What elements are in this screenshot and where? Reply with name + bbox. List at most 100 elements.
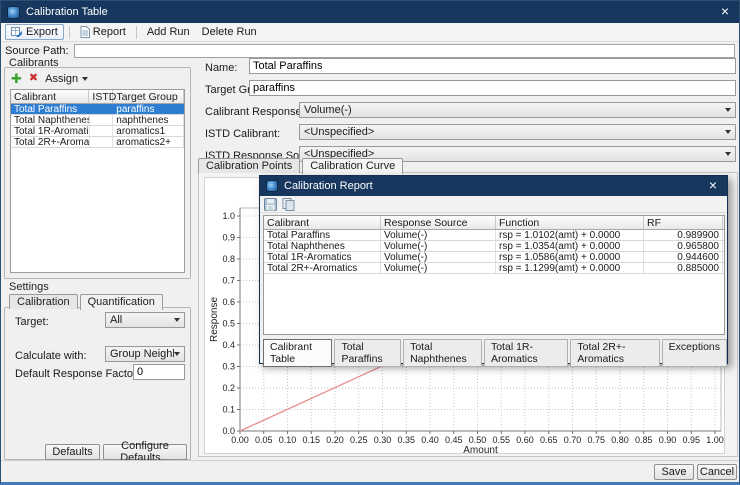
table-cell: Total Paraffins <box>11 104 90 114</box>
report-label: Report <box>92 26 126 38</box>
chevron-down-icon <box>174 352 180 356</box>
calibrant-response-source-value: Volume(-) <box>304 104 352 116</box>
curve-tabs: Calibration Points Calibration Curve <box>198 157 405 174</box>
tab-calibration[interactable]: Calibration <box>9 294 78 309</box>
tab-calibration-points[interactable]: Calibration Points <box>198 158 301 173</box>
delete-run-label: Delete Run <box>201 26 257 38</box>
assign-label: Assign <box>45 72 79 85</box>
calibrants-group: ✚ ✖ Assign Calibrant ISTD Target Group Tot… <box>4 67 191 279</box>
chart-text: 0.10 <box>279 435 297 445</box>
source-path-label: Source Path: <box>5 44 69 57</box>
table-cell: aromatics1 <box>113 126 184 136</box>
delete-x-icon[interactable]: ✖ <box>29 73 38 84</box>
report-column-header-response-source[interactable]: Response Source <box>381 216 496 229</box>
column-header-calibrant[interactable]: Calibrant <box>11 90 90 103</box>
report-column-header-calibrant[interactable]: Calibrant <box>264 216 381 229</box>
settings-panel: Target: All Uncalibrated Calculate with:… <box>4 307 191 464</box>
report-tab-exceptions[interactable]: Exceptions <box>661 339 728 367</box>
delete-run-button[interactable]: Delete Run <box>197 25 262 39</box>
report-table-cell: rsp = 1.0102(amt) + 0.0000 <box>496 230 644 240</box>
calculate-with-select[interactable]: Group Neighbor <box>105 346 185 362</box>
table-cell: paraffins <box>113 104 184 114</box>
table-row[interactable]: Total 1R-Aromatics aromatics1 <box>11 126 184 137</box>
calibrants-toolbar: ✚ ✖ Assign <box>11 71 89 86</box>
report-tab-total-naphthenes[interactable]: Total Naphthenes <box>403 339 482 367</box>
table-row[interactable]: Total Naphthenes naphthenes <box>11 115 184 126</box>
footer-separator <box>1 460 739 461</box>
cancel-button[interactable]: Cancel <box>697 464 737 480</box>
configure-defaults-button[interactable]: Configure Defaults... <box>103 440 187 464</box>
app-icon <box>7 5 20 19</box>
chart-text: 0.5 <box>222 319 235 329</box>
report-table-cell: Total Paraffins <box>264 230 381 240</box>
tab-quantification[interactable]: Quantification <box>79 294 163 310</box>
table-cell <box>90 104 114 114</box>
target-value: All <box>110 314 123 326</box>
defaults-button[interactable]: Defaults <box>45 444 100 460</box>
chevron-down-icon <box>725 130 731 134</box>
report-button[interactable]: Report <box>75 25 131 39</box>
column-header-target-group[interactable]: Target Group <box>113 90 184 103</box>
target-group-input[interactable] <box>249 80 736 96</box>
report-table-body: Total Paraffins Volume(-) rsp = 1.0102(amt… <box>264 230 724 274</box>
chart-text: 0.20 <box>326 435 344 445</box>
close-icon[interactable]: × <box>717 4 733 20</box>
calibrant-response-source-select[interactable]: Volume(-) <box>299 102 736 118</box>
report-table-row[interactable]: Total Naphthenes Volume(-) rsp = 1.0354(am… <box>264 241 724 252</box>
add-plus-icon[interactable]: ✚ <box>11 72 22 85</box>
save-button[interactable]: Save <box>654 464 694 480</box>
table-cell: aromatics2+ <box>113 137 184 147</box>
report-tab-calibrant-table[interactable]: Calibrant Table <box>263 339 333 367</box>
source-path-input[interactable] <box>73 43 735 58</box>
default-rf-label: Default Response Factor: <box>15 368 140 380</box>
report-tab-total-1r-aromatics[interactable]: Total 1R-Aromatics <box>483 339 569 367</box>
table-row[interactable]: Total Paraffins paraffins <box>11 104 184 115</box>
chart-text: 0.80 <box>611 435 629 445</box>
toolbar-separator <box>135 25 137 39</box>
chart-text: 0.25 <box>350 435 368 445</box>
chart-text: 0.70 <box>564 435 582 445</box>
report-column-header-rf[interactable]: RF <box>644 216 723 229</box>
export-button[interactable]: Export <box>5 24 64 40</box>
target-select[interactable]: All <box>105 312 185 328</box>
calculate-with-label: Calculate with: <box>15 350 87 362</box>
report-table-cell: 0.965800 <box>644 241 723 251</box>
report-table-cell: 0.944600 <box>644 252 723 262</box>
name-input[interactable] <box>249 58 736 74</box>
chart-text: 0.3 <box>222 362 235 372</box>
report-table-cell: 0.885000 <box>644 263 723 273</box>
report-table-row[interactable]: Total Paraffins Volume(-) rsp = 1.0102(amt… <box>264 230 724 241</box>
table-row[interactable]: Total 2R+-Aromatics aromatics2+ <box>11 137 184 148</box>
report-table-row[interactable]: Total 2R+-Aromatics Volume(-) rsp = 1.1299… <box>264 263 724 274</box>
chart-text: 0.6 <box>222 297 235 307</box>
report-titlebar[interactable]: Calibration Report × <box>260 176 727 196</box>
window-titlebar[interactable]: Calibration Table × <box>1 1 739 23</box>
report-table-row[interactable]: Total 1R-Aromatics Volume(-) rsp = 1.0586(… <box>264 252 724 263</box>
report-tab-total-paraffins[interactable]: Total Paraffins <box>334 339 402 367</box>
calibration-report-dialog: Calibration Report × Calibrant Response S… <box>259 175 728 367</box>
chart-text: 0.05 <box>255 435 273 445</box>
calibrants-table-body: Total Paraffins paraffins Total Naphthenes… <box>11 104 184 148</box>
report-tab-total-2r-aromatics[interactable]: Total 2R+-Aromatics <box>570 339 660 367</box>
istd-calibrant-select[interactable]: <Unspecified> <box>299 124 736 140</box>
assign-dropdown-button[interactable]: Assign <box>45 72 89 85</box>
report-table-cell: Total Naphthenes <box>264 241 381 251</box>
chart-text: 0.45 <box>445 435 463 445</box>
chart-text: 0.75 <box>587 435 605 445</box>
copy-pages-icon[interactable] <box>282 197 295 211</box>
export-table-icon <box>11 27 22 37</box>
table-cell <box>90 126 114 136</box>
chart-text: 0.55 <box>492 435 510 445</box>
chart-text: 0.7 <box>222 276 235 286</box>
report-document-icon <box>80 26 90 38</box>
report-table-cell: rsp = 1.0586(amt) + 0.0000 <box>496 252 644 262</box>
export-label: Export <box>26 26 58 38</box>
column-header-istd[interactable]: ISTD <box>89 90 116 103</box>
tab-calibration-curve[interactable]: Calibration Curve <box>302 158 404 174</box>
report-column-header-function[interactable]: Function <box>496 216 644 229</box>
add-run-button[interactable]: Add Run <box>142 25 195 39</box>
target-label: Target: <box>15 316 49 328</box>
report-close-icon[interactable]: × <box>705 178 721 194</box>
default-rf-input[interactable] <box>133 364 185 380</box>
save-floppy-icon[interactable] <box>264 197 277 211</box>
